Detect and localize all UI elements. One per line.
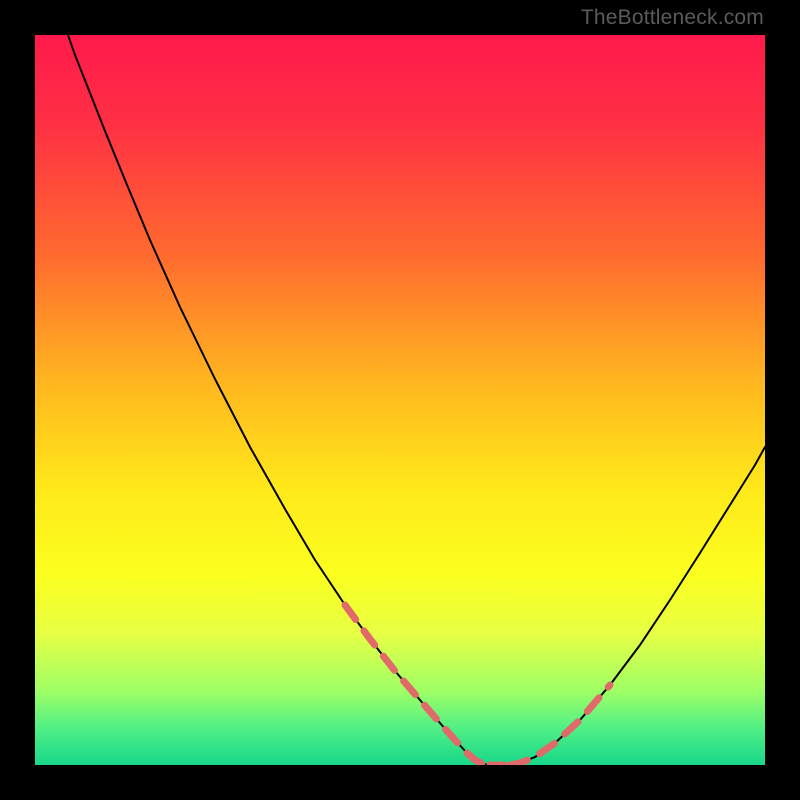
series-right-curve: [510, 447, 765, 765]
plot-area: [35, 35, 765, 765]
series-highlight-dashes-right: [510, 685, 610, 765]
series-highlight-dashes-left: [345, 605, 490, 765]
chart-container: TheBottleneck.com: [0, 0, 800, 800]
curve-layer: [35, 35, 765, 765]
watermark-text: TheBottleneck.com: [581, 6, 764, 30]
series-left-curve: [68, 35, 490, 765]
